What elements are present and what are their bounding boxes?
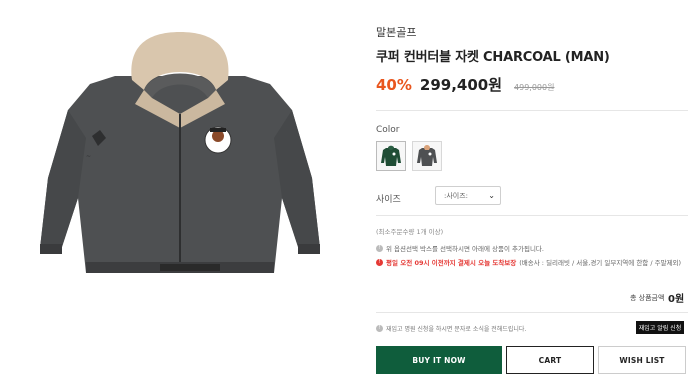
sale-price: 299,400원 bbox=[419, 76, 503, 94]
total-label: 총 상품금액 bbox=[630, 294, 665, 302]
delivery-notice-strong: 평일 오전 09시 이전까지 결제시 오늘 도착보장 bbox=[386, 259, 517, 267]
jacket-image: ~ bbox=[40, 32, 320, 273]
delivery-notice-detail: (배송사 : 딜리래빗 / 서울,경기 일부지역에 한함 / 주말제외) bbox=[519, 259, 682, 267]
discount-rate: 40% bbox=[376, 76, 412, 94]
total-value: 0원 bbox=[668, 294, 685, 305]
min-order-notice: (최소주문수량 1개 이상) bbox=[376, 228, 444, 236]
chevron-down-icon: ⌄ bbox=[488, 191, 495, 200]
color-swatch-charcoal[interactable] bbox=[412, 141, 442, 171]
jacket-thumb-charcoal-icon bbox=[417, 145, 437, 166]
brand-name[interactable]: 말본골프 bbox=[376, 24, 416, 40]
size-select[interactable]: :사이즈: ⌄ bbox=[435, 186, 501, 205]
size-select-value: :사이즈: bbox=[444, 191, 469, 200]
wish-list-button[interactable]: WISH LIST bbox=[598, 346, 686, 374]
option-notice-text: 위 옵션선택 박스를 선택하시면 아래에 상품이 추가됩니다. bbox=[386, 245, 544, 253]
divider bbox=[376, 215, 688, 216]
size-label: 사이즈 bbox=[376, 195, 401, 205]
svg-text:~: ~ bbox=[86, 153, 91, 160]
jacket-thumb-green-icon bbox=[381, 145, 401, 166]
cart-button[interactable]: CART bbox=[506, 346, 594, 374]
product-image: ~ bbox=[0, 0, 360, 381]
buy-now-button[interactable]: BUY IT NOW bbox=[376, 346, 502, 374]
price-row: 40% 299,400원 499,000원 bbox=[376, 74, 554, 95]
info-icon: ! bbox=[376, 325, 383, 332]
option-notice: ! 위 옵션선택 박스를 선택하시면 아래에 상품이 추가됩니다. bbox=[376, 243, 544, 253]
info-icon: ! bbox=[376, 244, 383, 252]
original-price: 499,000원 bbox=[514, 83, 555, 92]
restock-notice-text: 재입고 명원 신청을 하시면 문자로 소식을 전해드립니다. bbox=[386, 326, 527, 333]
restock-request-button[interactable]: 재입고 알림 신청 bbox=[636, 321, 684, 334]
color-swatch-green[interactable] bbox=[376, 141, 406, 171]
restock-notice: ! 재입고 명원 신청을 하시면 문자로 소식을 전해드립니다. bbox=[376, 324, 526, 333]
product-title: 쿠퍼 컨버터블 자켓 CHARCOAL (MAN) bbox=[376, 50, 610, 65]
color-label: Color bbox=[376, 125, 400, 135]
divider bbox=[376, 110, 688, 111]
alert-icon: ! bbox=[376, 258, 383, 266]
divider bbox=[376, 312, 688, 313]
delivery-notice: ! 평일 오전 09시 이전까지 결제시 오늘 도착보장 (배송사 : 딜리래빗… bbox=[376, 257, 681, 267]
product-info: 말본골프 쿠퍼 컨버터블 자켓 CHARCOAL (MAN) 40% 299,4… bbox=[372, 0, 692, 381]
